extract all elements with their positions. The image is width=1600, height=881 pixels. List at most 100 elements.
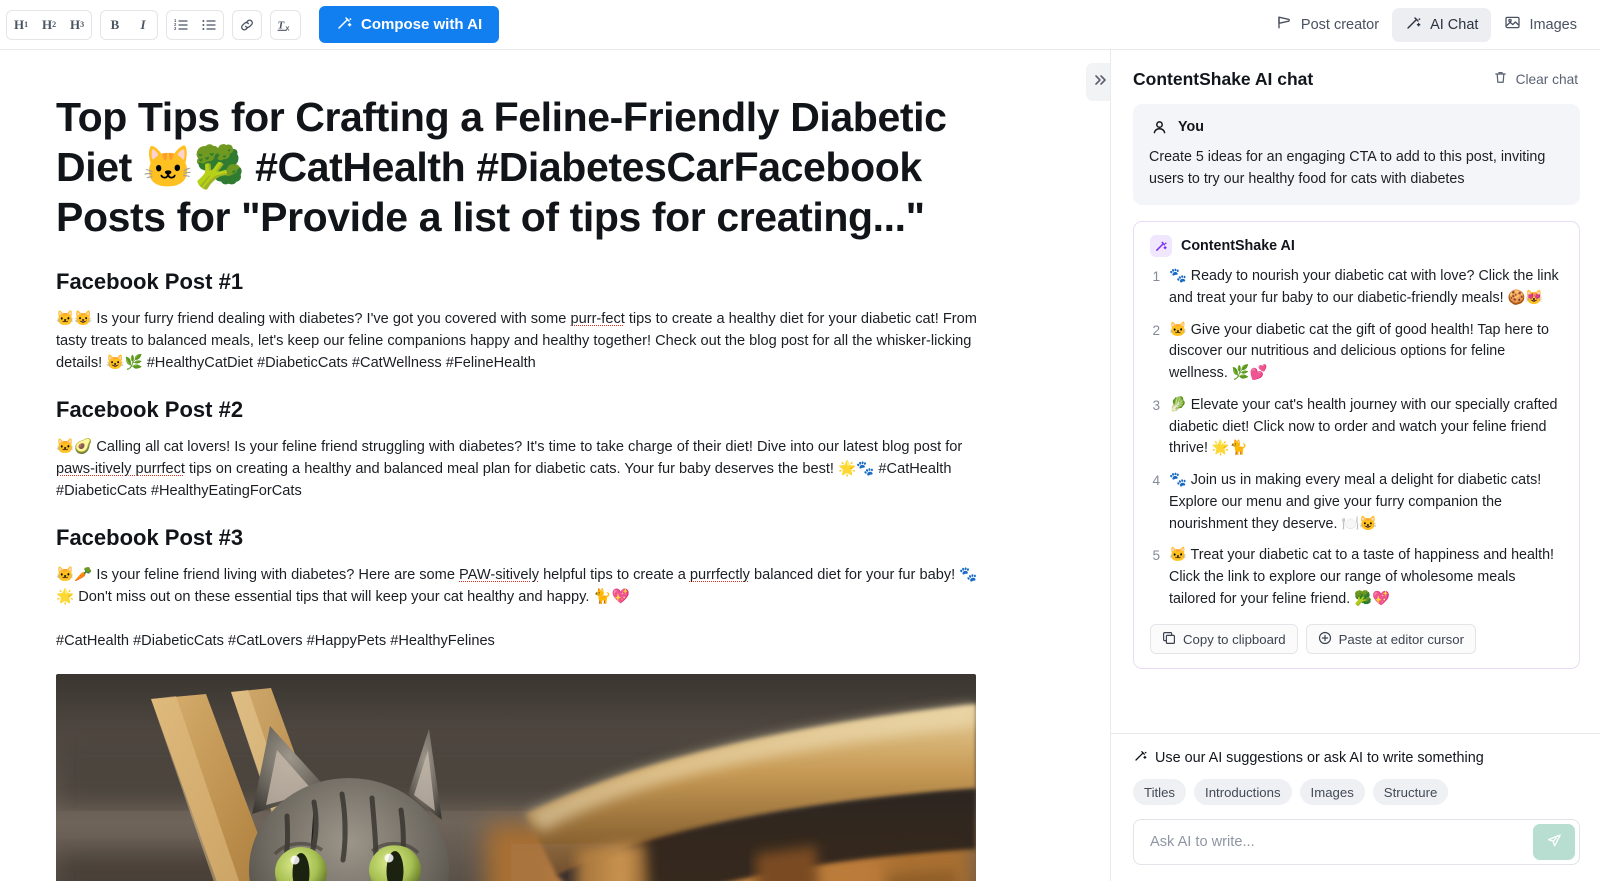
trash-icon — [1493, 70, 1508, 88]
numbered-list-icon: 1 2 3 — [173, 17, 189, 33]
user-message-header: You — [1149, 117, 1564, 137]
tab-ai-chat-label: AI Chat — [1430, 16, 1479, 33]
send-icon — [1546, 832, 1563, 852]
bold-button[interactable]: B — [101, 11, 129, 39]
composer-hint-label: Use our AI suggestions or ask AI to writ… — [1155, 749, 1484, 766]
svg-text:x: x — [286, 25, 290, 32]
heading-1-button[interactable]: H1 — [7, 11, 35, 39]
cta-suggestion-list: 1 🐾 Ready to nourish your diabetic cat w… — [1150, 266, 1563, 610]
magic-wand-icon — [1405, 14, 1422, 35]
list-item-number: 2 — [1152, 322, 1160, 338]
chevron-double-right-icon — [1093, 73, 1107, 92]
compose-with-ai-label: Compose with AI — [361, 16, 483, 33]
chip-images[interactable]: Images — [1299, 779, 1365, 805]
paste-at-editor-cursor-label: Paste at editor cursor — [1338, 631, 1464, 647]
ai-chat-panel: ContentShake AI chat Clear chat You Crea… — [1110, 50, 1600, 881]
heading-3-button[interactable]: H3 — [63, 11, 91, 39]
chip-structure[interactable]: Structure — [1372, 779, 1449, 805]
list-item-number: 4 — [1152, 473, 1160, 489]
post-heading[interactable]: Facebook Post #3 — [56, 524, 990, 552]
svg-text:3: 3 — [174, 26, 177, 31]
list-item: 1 🐾 Ready to nourish your diabetic cat w… — [1150, 266, 1563, 309]
post-text-run: 🐱🥑 Calling all cat lovers! Is your felin… — [56, 438, 963, 455]
post-text-run: 🐱🥕 Is your feline friend living with dia… — [56, 566, 459, 583]
chip-introductions[interactable]: Introductions — [1194, 779, 1292, 805]
tab-images[interactable]: Images — [1491, 8, 1590, 42]
ordered-list-button[interactable]: 1 2 3 — [167, 11, 195, 39]
document-body[interactable]: Top Tips for Crafting a Feline-Friendly … — [0, 50, 1110, 881]
chat-input-row[interactable] — [1133, 819, 1580, 865]
post-paragraph[interactable]: 🐱😺 Is your furry friend dealing with dia… — [56, 308, 990, 375]
magic-wand-icon — [1133, 748, 1148, 767]
post-text-run: helpful tips to create a — [539, 566, 690, 583]
tab-post-creator[interactable]: Post creator — [1263, 8, 1392, 42]
post-text-run: tips on creating a healthy and balanced … — [56, 460, 952, 499]
megaphone-icon — [1276, 14, 1293, 35]
tab-ai-chat[interactable]: AI Chat — [1392, 7, 1492, 42]
user-message: You Create 5 ideas for an engaging CTA t… — [1133, 104, 1580, 206]
user-icon — [1149, 117, 1169, 137]
list-item: 2 🐱 Give your diabetic cat the gift of g… — [1150, 320, 1563, 385]
bullet-list-icon — [201, 17, 217, 33]
post-paragraph[interactable]: 🐱🥕 Is your feline friend living with dia… — [56, 564, 990, 608]
text-style-button-group: B I — [100, 9, 158, 40]
svg-text:T: T — [278, 19, 286, 31]
workspace: Top Tips for Crafting a Feline-Friendly … — [0, 50, 1600, 881]
list-item-number: 3 — [1152, 397, 1160, 413]
document-editor-pane[interactable]: Top Tips for Crafting a Feline-Friendly … — [0, 50, 1110, 881]
spellcheck-word: PAW-sitively — [459, 566, 540, 583]
assistant-name: ContentShake AI — [1181, 238, 1295, 255]
contentshake-editor-app: H1 H2 H3 B I 1 2 3 T x Compose with AI P… — [0, 0, 1600, 881]
tab-post-creator-label: Post creator — [1300, 16, 1380, 33]
link-icon — [239, 17, 255, 33]
plus-circle-icon — [1318, 631, 1332, 648]
post-heading[interactable]: Facebook Post #2 — [56, 396, 990, 424]
spellcheck-word: purrfectly — [689, 566, 750, 583]
clear-chat-button[interactable]: Clear chat — [1491, 66, 1580, 92]
heading-2-button[interactable]: H2 — [35, 11, 63, 39]
compose-with-ai-button[interactable]: Compose with AI — [319, 6, 500, 43]
image-icon — [1504, 14, 1521, 35]
heading-button-group: H1 H2 H3 — [6, 9, 92, 40]
document-title[interactable]: Top Tips for Crafting a Feline-Friendly … — [56, 92, 990, 242]
magic-wand-icon — [1150, 235, 1172, 258]
cat-photo — [56, 674, 976, 881]
chat-input[interactable] — [1148, 820, 1527, 864]
tab-images-label: Images — [1529, 16, 1577, 33]
insert-link-button[interactable] — [233, 11, 261, 39]
suggestion-chips: Titles Introductions Images Structure — [1133, 779, 1580, 805]
list-item-text: 🥬 Elevate your cat's health journey with… — [1169, 396, 1558, 457]
list-item-text: 🐾 Join us in making every meal a delight… — [1169, 472, 1542, 532]
list-item: 3 🥬 Elevate your cat's health journey wi… — [1150, 395, 1563, 460]
copy-to-clipboard-button[interactable]: Copy to clipboard — [1150, 624, 1298, 655]
spellcheck-word: purr-fect — [570, 310, 625, 327]
bullet-list-button[interactable] — [195, 11, 223, 39]
chat-messages[interactable]: You Create 5 ideas for an engaging CTA t… — [1111, 104, 1600, 733]
post-text-run: 🐱😺 Is your furry friend dealing with dia… — [56, 310, 571, 327]
clear-formatting-button[interactable]: T x — [271, 11, 300, 39]
document-image[interactable] — [56, 674, 976, 881]
list-item-number: 5 — [1152, 548, 1160, 564]
clear-chat-label: Clear chat — [1515, 71, 1578, 87]
list-item: 4 🐾 Join us in making every meal a delig… — [1150, 470, 1563, 535]
paste-at-editor-cursor-button[interactable]: Paste at editor cursor — [1305, 624, 1476, 655]
clear-format-button-group: T x — [270, 9, 301, 40]
post-heading[interactable]: Facebook Post #1 — [56, 268, 990, 296]
post-hashtags[interactable]: #CatHealth #DiabeticCats #CatLovers #Hap… — [56, 630, 990, 652]
user-name: You — [1178, 119, 1204, 135]
assistant-actions: Copy to clipboard Paste at editor cursor — [1150, 624, 1563, 655]
list-item-text: 🐱 Treat your diabetic cat to a taste of … — [1169, 547, 1554, 607]
collapse-panel-button[interactable] — [1086, 63, 1110, 101]
post-paragraph[interactable]: 🐱🥑 Calling all cat lovers! Is your felin… — [56, 436, 990, 503]
clear-formatting-icon: T x — [277, 17, 294, 33]
spellcheck-word: paws-itively purrfect — [56, 460, 185, 477]
editor-toolbar: H1 H2 H3 B I 1 2 3 T x Compose with AI P… — [0, 0, 1600, 50]
copy-to-clipboard-label: Copy to clipboard — [1183, 631, 1286, 647]
chat-panel-title: ContentShake AI chat — [1133, 68, 1314, 89]
list-item-text: 🐾 Ready to nourish your diabetic cat wit… — [1169, 268, 1559, 307]
chip-titles[interactable]: Titles — [1133, 779, 1187, 805]
italic-button[interactable]: I — [129, 11, 157, 39]
send-message-button[interactable] — [1533, 824, 1575, 860]
link-button-group — [232, 9, 262, 40]
list-item: 5 🐱 Treat your diabetic cat to a taste o… — [1150, 545, 1563, 610]
